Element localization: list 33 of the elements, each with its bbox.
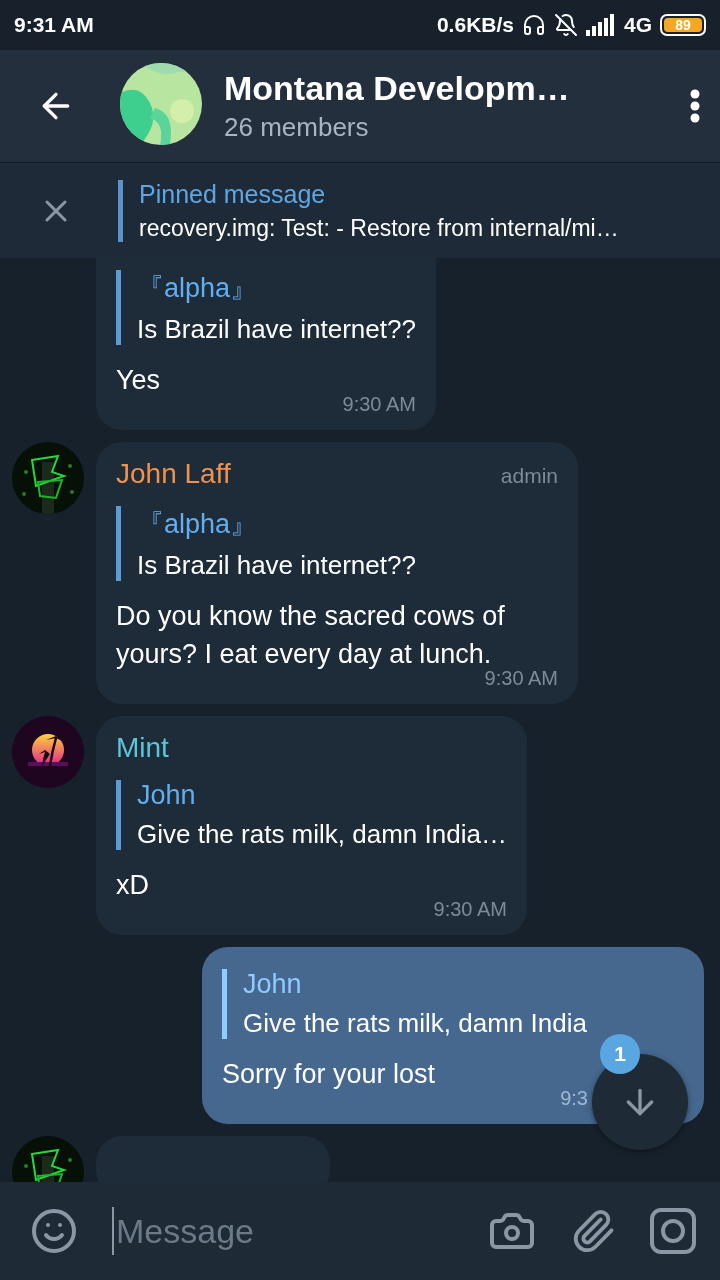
reply-text: Give the rats milk, damn India… [137,819,507,850]
pinned-text: recovery.img: Test: - Restore from internal/mi… [139,214,619,242]
sender-name[interactable]: John Laff [116,458,231,490]
network-type: 4G [624,13,652,37]
round-camera-icon[interactable] [650,1208,696,1254]
reply-text: Is Brazil have internet?? [137,314,416,345]
reply-text: Is Brazil have internet?? [137,550,416,581]
role-label: admin [500,464,558,488]
message-time: 9:30 AM [433,898,507,921]
message-text: Yes [116,364,161,397]
pinned-label: Pinned message [139,179,327,209]
sender-name[interactable]: Mint [116,732,169,764]
reply-author: John [137,780,197,811]
reply-author: John [243,969,303,1000]
message-time: 9:30 AM [342,393,416,416]
more-menu-button[interactable] [690,89,700,123]
message-text: Sorry for your lost [222,1058,436,1091]
message-text: xD [116,869,149,902]
headphones-icon [522,13,546,37]
reply-author: 『alpha』 [137,272,259,305]
message-time: 9:3 [560,1087,588,1110]
chat-title[interactable]: Montana Developm… [224,69,690,108]
emoji-icon[interactable] [30,1207,78,1255]
signal-icon [586,14,616,36]
message-field[interactable]: Message [112,1207,468,1255]
battery-level: 89 [675,17,691,33]
bell-off-icon [554,13,578,37]
clock-time: 9:31 AM [14,13,94,37]
reply-text: Give the rats milk, damn India [243,1008,587,1039]
more-icon [690,89,700,123]
network-speed: 0.6KB/s [436,13,514,37]
member-count: 26 members [224,112,370,143]
reply-author: 『alpha』 [137,508,259,541]
